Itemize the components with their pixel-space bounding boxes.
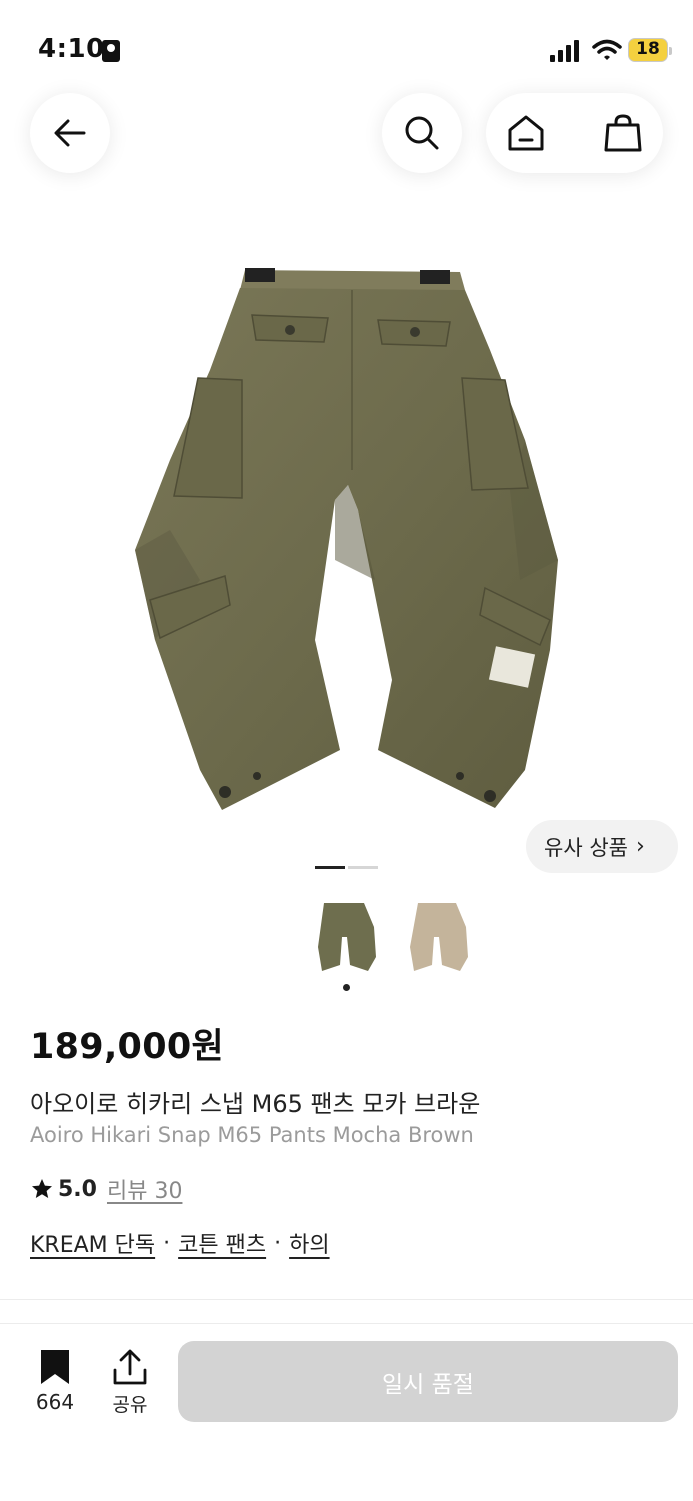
product-name-korean: 아오이로 히카리 스냅 M65 팬츠 모카 브라운 — [30, 1090, 481, 1118]
similar-products-label: 유사 상품 — [544, 835, 628, 860]
search-icon — [405, 116, 439, 150]
home-icon[interactable] — [505, 112, 547, 154]
wifi-icon — [592, 39, 622, 60]
chevron-right-icon: › — [635, 834, 645, 859]
bookmark-icon — [41, 1350, 69, 1384]
tag-separator: · — [163, 1230, 171, 1256]
review-count-link[interactable]: 리뷰 30 — [107, 1173, 182, 1205]
share-button[interactable]: 공유 — [105, 1348, 155, 1417]
battery-indicator: 18 — [628, 38, 672, 62]
cellular-signal-icon — [550, 40, 579, 62]
contact-card-icon — [102, 40, 120, 62]
page-indicator-inactive — [348, 866, 378, 869]
sold-out-button[interactable]: 일시 품절 — [178, 1341, 678, 1422]
section-divider — [0, 1299, 693, 1300]
shopping-bag-icon[interactable] — [602, 112, 644, 154]
similar-products-button[interactable]: 유사 상품 › — [526, 820, 678, 873]
bookmark-button[interactable]: 664 — [30, 1348, 80, 1414]
share-label: 공유 — [112, 1394, 148, 1416]
rating-row: 5.0 리뷰 30 — [30, 1173, 182, 1205]
tag-bottoms[interactable]: 하의 — [289, 1227, 329, 1259]
bookmark-count: 664 — [35, 1390, 75, 1414]
back-button[interactable] — [30, 93, 110, 173]
share-icon — [113, 1349, 147, 1385]
product-image[interactable] — [130, 260, 565, 820]
tag-separator: · — [274, 1230, 282, 1256]
tag-cotton-pants[interactable]: 코튼 팬츠 — [178, 1227, 266, 1259]
star-icon — [32, 1179, 52, 1198]
search-button[interactable] — [382, 93, 462, 173]
category-tags: KREAM 단독 · 코튼 팬츠 · 하의 — [30, 1227, 330, 1259]
product-price: 189,000원 — [30, 1027, 225, 1067]
tag-kream-exclusive[interactable]: KREAM 단독 — [30, 1227, 155, 1259]
selected-thumbnail-dot — [343, 984, 350, 991]
page-indicator-active — [315, 866, 345, 869]
color-thumbnail-beige[interactable] — [404, 897, 474, 975]
status-time: 4:10 — [38, 34, 105, 64]
rating-value: 5.0 — [58, 1176, 97, 1202]
arrow-left-icon — [54, 119, 86, 147]
color-thumbnail-mocha[interactable] — [312, 897, 382, 975]
product-name-english: Aoiro Hikari Snap M65 Pants Mocha Brown — [30, 1123, 474, 1147]
